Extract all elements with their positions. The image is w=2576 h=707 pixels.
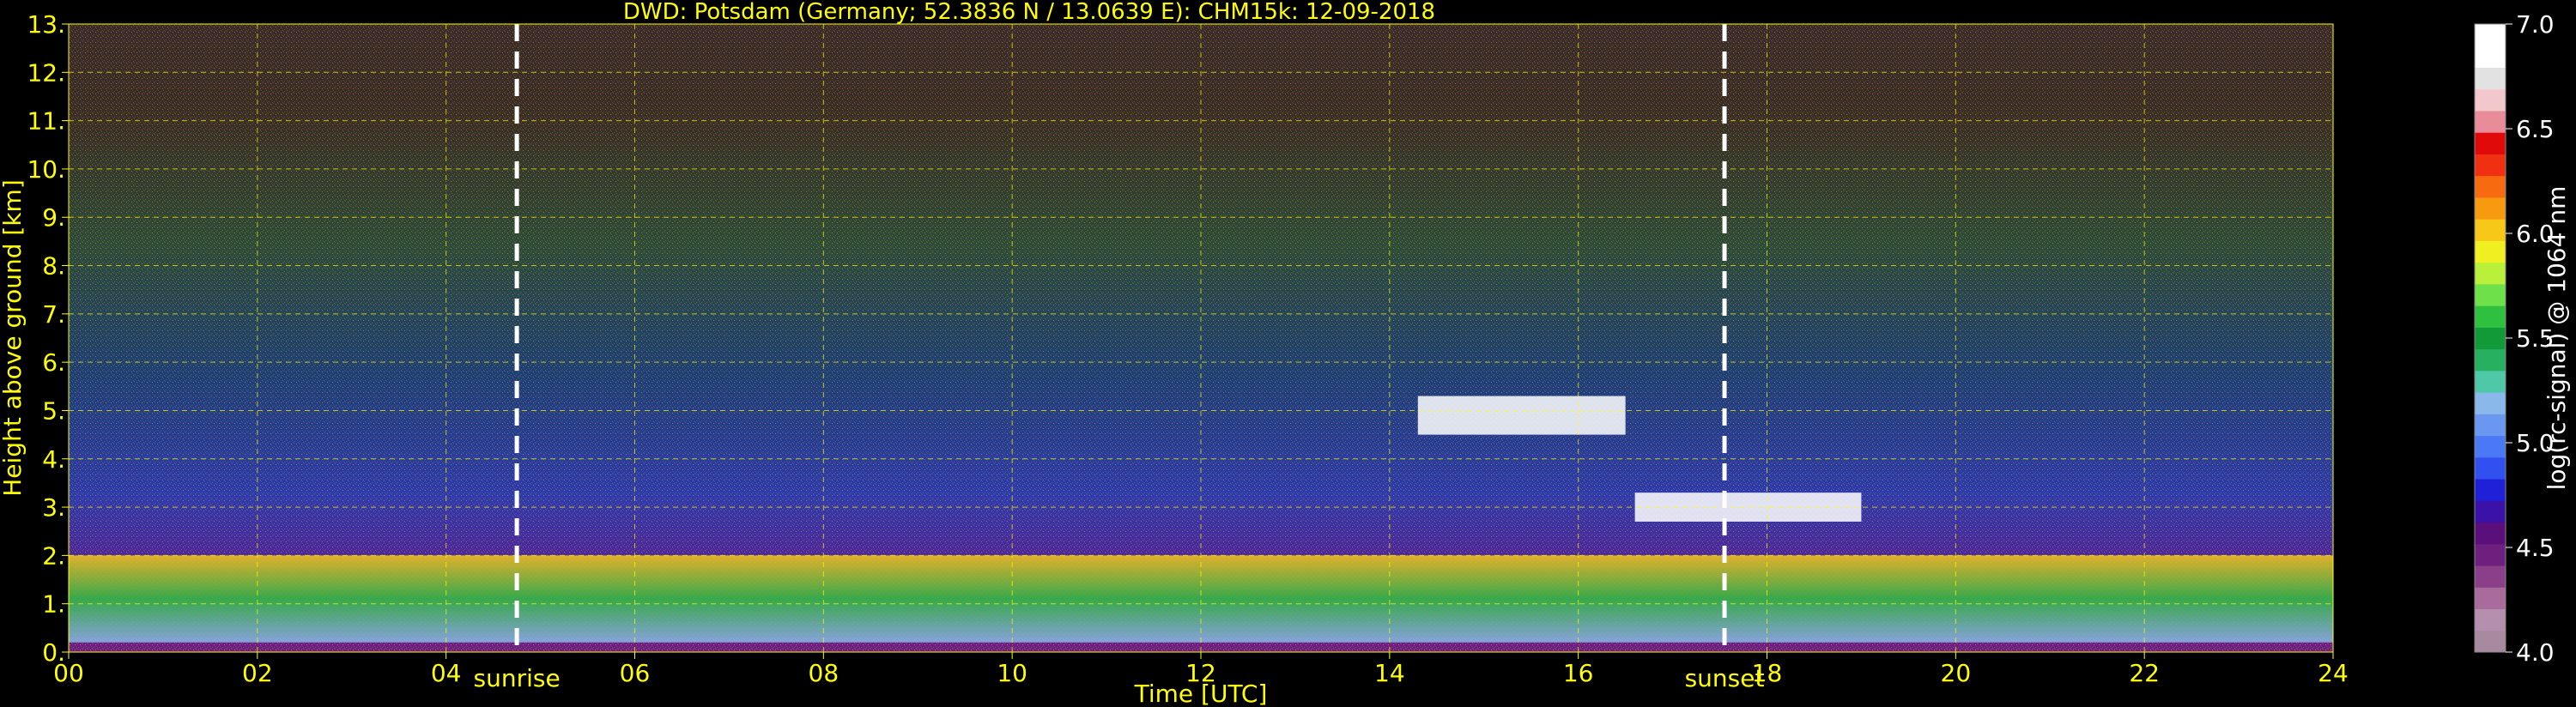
colorbar-tick-label: 7.0 — [2516, 10, 2555, 39]
colorbar-segment — [2475, 132, 2506, 154]
y-tick-label: 5. — [42, 396, 65, 425]
colorbar-segment — [2475, 45, 2506, 68]
x-tick-label: 08 — [809, 659, 839, 687]
y-tick-label: 11. — [27, 107, 65, 136]
plot-area — [68, 23, 2334, 653]
x-tick-label: 06 — [620, 659, 651, 687]
sunrise-label: sunrise — [474, 664, 561, 692]
colorbar-segment — [2475, 370, 2506, 393]
colorbar-segment — [2475, 392, 2506, 414]
colorbar-segment — [2475, 283, 2506, 306]
x-tick-label: 10 — [997, 659, 1027, 687]
colorbar-segment — [2475, 219, 2506, 241]
y-tick-label: 10. — [27, 155, 65, 184]
colorbar-segment — [2475, 240, 2506, 263]
chart-title: DWD: Potsdam (Germany; 52.3836 N / 13.06… — [623, 0, 1435, 25]
y-tick-label: 9. — [42, 203, 65, 232]
y-tick-label: 8. — [42, 252, 65, 281]
y-tick-label: 4. — [42, 445, 65, 474]
colorbar-segment — [2475, 175, 2506, 198]
x-tick-label: 14 — [1374, 659, 1405, 687]
y-axis-label: Height above ground [km] — [0, 179, 27, 497]
colorbar-segment — [2475, 262, 2506, 285]
y-tick-label: 13. — [27, 10, 65, 39]
x-axis-label: Time [UTC] — [1134, 680, 1268, 707]
colorbar-segment — [2475, 110, 2506, 133]
colorbar-segment — [2475, 196, 2506, 220]
y-tick-label: 1. — [42, 590, 65, 619]
y-tick-label: 2. — [42, 541, 65, 570]
colorbar-segment — [2475, 348, 2506, 372]
colorbar-tick-label: 6.5 — [2516, 115, 2555, 143]
x-tick-label: 24 — [2318, 659, 2349, 687]
colorbar-segment — [2475, 587, 2506, 610]
colorbar-segment — [2475, 88, 2506, 112]
y-tick-label: 12. — [27, 58, 65, 87]
colorbar-tick-label: 4.5 — [2516, 534, 2555, 562]
x-tick-label: 04 — [431, 659, 462, 687]
colorbar-segment — [2475, 327, 2506, 350]
colorbar-segment — [2475, 456, 2506, 480]
colorbar-tick-label: 4.0 — [2516, 638, 2555, 667]
colorbar-segment — [2475, 67, 2506, 90]
x-tick-label: 02 — [242, 659, 273, 687]
feature-1 — [1417, 396, 1626, 435]
colorbar-segment — [2475, 522, 2506, 545]
colorbar-segment — [2475, 24, 2506, 46]
colorbar-segment — [2475, 305, 2506, 328]
colorbar-label: log(rc-signal) @ 1064 nm — [2543, 186, 2571, 491]
x-tick-label: 20 — [1941, 659, 1972, 687]
y-tick-label: 7. — [42, 300, 65, 329]
colorbar-segment — [2475, 543, 2506, 566]
y-tick-label: 3. — [42, 493, 65, 522]
colorbar-segment — [2475, 500, 2506, 523]
lidar-chart: 00 02 04 06 08 10 12 14 16 18 20 22 240.1.2.3.4.5.6.… — [0, 0, 2571, 707]
y-tick-label: 6. — [42, 348, 65, 377]
colorbar-segment — [2475, 479, 2506, 501]
x-tick-label: 22 — [2129, 659, 2160, 687]
colorbar-segment — [2475, 414, 2506, 437]
colorbar-segment — [2475, 608, 2506, 631]
y-tick-label: 0. — [42, 638, 65, 667]
colorbar-segment — [2475, 630, 2506, 653]
x-tick-label: 16 — [1563, 659, 1594, 687]
colorbar-segment — [2475, 154, 2506, 177]
colorbar-segment — [2475, 435, 2506, 458]
colorbar-segment — [2475, 565, 2506, 588]
sunset-label: sunset — [1685, 664, 1765, 692]
